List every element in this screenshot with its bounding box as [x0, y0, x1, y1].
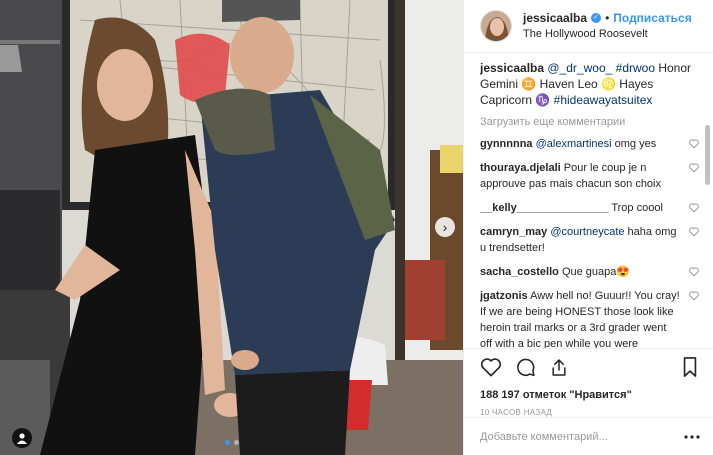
more-icon [684, 434, 700, 439]
verified-badge-icon: ✓ [591, 13, 602, 23]
load-more-comments-button[interactable]: Загрузить еще комментарии [480, 114, 699, 130]
heart-icon[interactable] [689, 203, 699, 213]
carousel-dot [234, 440, 239, 445]
post-timestamp[interactable]: 10 ЧАСОВ НАЗАД [480, 408, 701, 417]
share-icon [552, 358, 566, 376]
comment-text: Que guapa😍 [561, 266, 631, 278]
post-header: jessicaalba ✓ • Подписаться The Hollywoo… [464, 0, 713, 53]
comment-username[interactable]: gynnnnna [480, 138, 533, 150]
likes-count[interactable]: 188 197 отметок "Нравится" [480, 388, 701, 402]
comment-username[interactable]: thouraya.djelali [480, 162, 561, 174]
post-photo[interactable]: › [0, 0, 463, 455]
save-button[interactable] [679, 356, 701, 378]
heart-icon[interactable] [689, 163, 699, 173]
header-separator: • [605, 11, 610, 25]
caption-mention[interactable]: @_dr_woo_ [547, 61, 612, 75]
heart-icon[interactable] [689, 227, 699, 237]
comment-item: gynnnnna @alexmartinesi omg yes [480, 136, 699, 152]
post-caption: jessicaalba @_dr_woo_ #drwoo Honor Gemin… [480, 60, 699, 108]
carousel-dot [225, 440, 230, 445]
next-photo-button[interactable]: › [435, 217, 455, 237]
like-button[interactable] [480, 356, 502, 378]
heart-icon[interactable] [689, 139, 699, 149]
comment-icon [516, 358, 535, 376]
comment-button[interactable] [514, 356, 536, 378]
comment-mention[interactable]: @courtneycate [550, 226, 624, 238]
comments-list[interactable]: jessicaalba @_dr_woo_ #drwoo Honor Gemin… [480, 60, 699, 348]
more-options-button[interactable] [683, 430, 701, 444]
comments-scrollbar[interactable] [705, 125, 710, 220]
scrollbar-thumb[interactable] [705, 125, 710, 185]
comment-text: Trop coool [611, 202, 663, 214]
photo-illustration [0, 0, 463, 455]
follow-button[interactable]: Подписаться [613, 10, 691, 26]
share-button[interactable] [548, 356, 570, 378]
post-actions: 188 197 отметок "Нравится" 10 ЧАСОВ НАЗА… [464, 348, 713, 417]
comment-input[interactable] [480, 430, 683, 443]
avatar[interactable] [480, 10, 512, 42]
comment-item: jgatzonis Aww hell no! Guuur!! You cray!… [480, 288, 699, 348]
comment-username[interactable]: camryn_may [480, 226, 547, 238]
heart-icon[interactable] [689, 291, 699, 301]
comment-item: __kelly_______________ Trop coool [480, 200, 699, 216]
comment-username[interactable]: __kelly_______________ [480, 202, 608, 214]
heart-icon[interactable] [689, 267, 699, 277]
caption-username[interactable]: jessicaalba [480, 61, 544, 75]
chevron-right-icon: › [442, 218, 448, 235]
caption-hashtag[interactable]: #drwoo [616, 61, 655, 75]
comment-username[interactable]: jgatzonis [480, 290, 528, 302]
comment-item: thouraya.djelali Pour le coup je n appro… [480, 160, 699, 192]
post-details-panel: jessicaalba ✓ • Подписаться The Hollywoo… [463, 0, 713, 455]
location-link[interactable]: The Hollywood Roosevelt [523, 26, 692, 42]
comment-item: sacha_costello Que guapa😍 [480, 264, 699, 280]
header-username[interactable]: jessicaalba [523, 10, 587, 26]
comment-item: camryn_may @courtneycate haha omg u tren… [480, 224, 699, 256]
bookmark-icon [683, 357, 697, 377]
user-tag-icon [17, 432, 27, 444]
comment-text: omg yes [611, 138, 657, 150]
add-comment-bar [464, 417, 713, 455]
user-tags-button[interactable] [12, 428, 32, 448]
comment-username[interactable]: sacha_costello [480, 266, 559, 278]
caption-hashtag[interactable]: #hideawayatsuitex [554, 93, 653, 107]
avatar-image [481, 11, 511, 41]
comment-mention[interactable]: @alexmartinesi [536, 138, 612, 150]
heart-icon [480, 358, 502, 377]
carousel-indicator [225, 440, 239, 445]
